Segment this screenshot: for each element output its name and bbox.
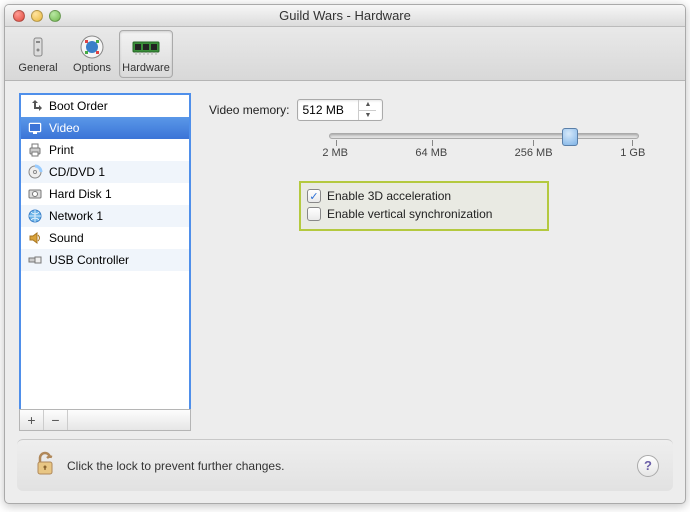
slider-tick-label: 64 MB — [415, 147, 447, 159]
sidebar-buttons: + − — [19, 409, 191, 431]
lock-text: Click the lock to prevent further change… — [67, 459, 284, 473]
window-controls — [13, 10, 61, 22]
toolbar-label: Hardware — [122, 62, 170, 74]
sidebar-item-network[interactable]: Network 1 — [21, 205, 189, 227]
video-icon — [27, 120, 43, 136]
toolbar-hardware-button[interactable]: Hardware — [119, 30, 173, 78]
help-button[interactable]: ? — [637, 455, 659, 477]
zoom-window-button[interactable] — [49, 10, 61, 22]
toolbar-options-button[interactable]: Options — [65, 30, 119, 78]
enable-3d-checkbox[interactable]: ✓ — [307, 189, 321, 203]
hardware-icon — [131, 34, 161, 60]
stepper-up-button[interactable]: ▲ — [359, 100, 376, 111]
slider-tick-label: 2 MB — [322, 147, 348, 159]
video-memory-input[interactable] — [298, 103, 358, 117]
toolbar-general-button[interactable]: General — [11, 30, 65, 78]
highlight-box: ✓ Enable 3D acceleration Enable vertical… — [299, 181, 549, 231]
remove-device-button[interactable]: − — [44, 410, 68, 430]
footer: Click the lock to prevent further change… — [17, 439, 673, 491]
video-memory-label: Video memory: — [209, 103, 289, 117]
stepper-arrows: ▲ ▼ — [358, 100, 376, 120]
sidebar-item-label: Network 1 — [49, 209, 103, 223]
checkbox-label: Enable 3D acceleration — [327, 189, 451, 203]
cd-dvd-icon — [27, 164, 43, 180]
sidebar-wrap: Boot Order Video Print CD/DVD 1 Hard Dis — [19, 93, 191, 431]
sidebar-item-label: Print — [49, 143, 74, 157]
close-window-button[interactable] — [13, 10, 25, 22]
options-icon — [77, 34, 107, 60]
sidebar-item-label: Video — [49, 121, 79, 135]
minimize-window-button[interactable] — [31, 10, 43, 22]
video-memory-row: Video memory: ▲ ▼ — [209, 99, 671, 121]
sidebar-item-label: USB Controller — [49, 253, 129, 267]
sidebar-item-usb[interactable]: USB Controller — [21, 249, 189, 271]
slider-tick-label: 256 MB — [515, 147, 553, 159]
toolbar-label: General — [18, 62, 57, 74]
enable-vsync-checkbox[interactable] — [307, 207, 321, 221]
video-memory-slider[interactable] — [329, 133, 639, 139]
print-icon — [27, 142, 43, 158]
sidebar-item-label: CD/DVD 1 — [49, 165, 105, 179]
hardware-list[interactable]: Boot Order Video Print CD/DVD 1 Hard Dis — [19, 93, 191, 409]
usb-icon — [27, 252, 43, 268]
sidebar-item-harddisk[interactable]: Hard Disk 1 — [21, 183, 189, 205]
toolbar-label: Options — [73, 62, 111, 74]
sidebar-item-boot-order[interactable]: Boot Order — [21, 95, 189, 117]
window-title: Guild Wars - Hardware — [5, 8, 685, 23]
titlebar: Guild Wars - Hardware — [5, 5, 685, 27]
enable-3d-row[interactable]: ✓ Enable 3D acceleration — [307, 187, 541, 205]
sidebar-item-print[interactable]: Print — [21, 139, 189, 161]
lock-icon[interactable] — [33, 450, 57, 481]
content-area: Boot Order Video Print CD/DVD 1 Hard Dis — [5, 81, 685, 439]
sidebar-item-label: Hard Disk 1 — [49, 187, 112, 201]
sound-icon — [27, 230, 43, 246]
checkbox-label: Enable vertical synchronization — [327, 207, 492, 221]
hard-disk-icon — [27, 186, 43, 202]
video-memory-slider-area: 2 MB 64 MB 256 MB 1 GB — [329, 133, 639, 163]
toolbar: General Options Hardware — [5, 27, 685, 81]
slider-labels: 2 MB 64 MB 256 MB 1 GB — [329, 147, 639, 163]
network-icon — [27, 208, 43, 224]
sidebar-item-video[interactable]: Video — [21, 117, 189, 139]
sidebar-item-label: Boot Order — [49, 99, 108, 113]
settings-panel: Video memory: ▲ ▼ — [209, 93, 671, 431]
stepper-down-button[interactable]: ▼ — [359, 111, 376, 121]
enable-vsync-row[interactable]: Enable vertical synchronization — [307, 205, 541, 223]
general-icon — [23, 34, 53, 60]
video-memory-stepper[interactable]: ▲ ▼ — [297, 99, 383, 121]
preferences-window: Guild Wars - Hardware General Options Ha… — [4, 4, 686, 504]
sidebar-item-label: Sound — [49, 231, 84, 245]
slider-thumb[interactable] — [562, 128, 578, 146]
slider-tick-label: 1 GB — [620, 147, 645, 159]
boot-order-icon — [27, 98, 43, 114]
sidebar-item-cddvd[interactable]: CD/DVD 1 — [21, 161, 189, 183]
sidebar-item-sound[interactable]: Sound — [21, 227, 189, 249]
add-device-button[interactable]: + — [20, 410, 44, 430]
